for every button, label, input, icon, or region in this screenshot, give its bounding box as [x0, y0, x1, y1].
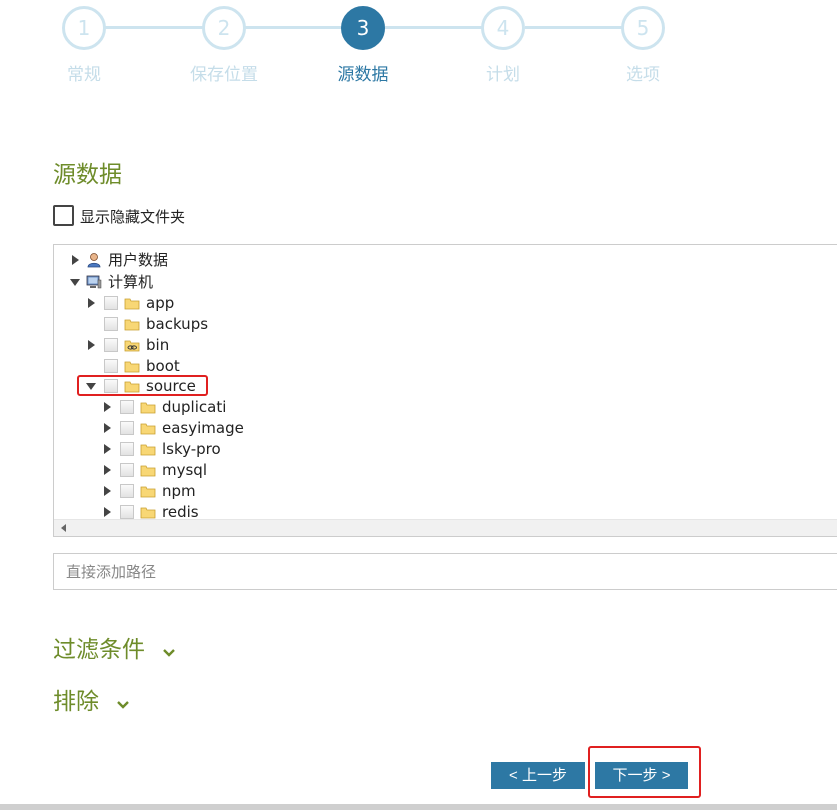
expand-arrow-icon[interactable]	[102, 422, 114, 434]
step-5-label[interactable]: 选项	[583, 60, 703, 85]
tree-label[interactable]: duplicati	[162, 398, 226, 416]
tree-label[interactable]: 计算机	[108, 271, 153, 292]
expand-arrow-icon[interactable]	[102, 506, 114, 518]
expand-arrow-icon[interactable]	[102, 401, 114, 413]
step-connector	[245, 26, 345, 29]
step-3-circle[interactable]: 3	[341, 6, 385, 50]
filters-toggle[interactable]: 过滤条件	[53, 630, 176, 664]
path-input[interactable]	[53, 553, 837, 590]
tree-label[interactable]: lsky-pro	[162, 440, 221, 458]
step-connector	[385, 26, 485, 29]
folder-icon	[124, 317, 140, 331]
folder-icon	[140, 463, 156, 477]
node-checkbox[interactable]	[104, 295, 118, 310]
folder-icon	[124, 296, 140, 310]
chevron-down-icon[interactable]	[162, 638, 176, 664]
section-title: 源数据	[53, 162, 122, 188]
expand-arrow-icon[interactable]	[86, 297, 98, 309]
folder-icon	[124, 359, 140, 373]
folder-icon	[140, 400, 156, 414]
expand-arrow-icon[interactable]	[102, 443, 114, 455]
horizontal-scrollbar[interactable]	[54, 519, 837, 536]
expand-arrow-icon[interactable]	[102, 464, 114, 476]
node-checkbox[interactable]	[104, 316, 118, 331]
expand-arrow-icon[interactable]	[70, 254, 82, 266]
tree-label[interactable]: app	[146, 294, 174, 312]
show-hidden-checkbox[interactable]	[53, 205, 74, 226]
tree-label[interactable]: boot	[146, 357, 180, 375]
folder-icon	[140, 421, 156, 435]
tree-node-boot[interactable]: boot	[86, 355, 180, 376]
tree-label[interactable]: bin	[146, 336, 169, 354]
excludes-title[interactable]: 排除	[53, 689, 99, 715]
chevron-down-icon[interactable]	[116, 690, 130, 716]
tree-node-computer[interactable]: 计算机	[70, 271, 153, 292]
show-hidden-label[interactable]: 显示隐藏文件夹	[80, 206, 185, 227]
node-checkbox[interactable]	[120, 420, 134, 435]
step-1-circle[interactable]: 1	[62, 6, 106, 50]
step-connector	[105, 26, 205, 29]
excludes-toggle[interactable]: 排除	[53, 682, 130, 716]
node-checkbox[interactable]	[120, 399, 134, 414]
no-toggle	[86, 360, 98, 372]
step-1-label[interactable]: 常规	[24, 60, 144, 85]
tree-node-lsky-pro[interactable]: lsky-pro	[102, 438, 221, 459]
step-4-label[interactable]: 计划	[443, 60, 563, 85]
folder-link-icon	[124, 338, 140, 352]
user-icon	[86, 252, 102, 268]
tree-node-duplicati[interactable]: duplicati	[102, 396, 226, 417]
node-checkbox[interactable]	[104, 358, 118, 373]
bottom-scrollbar[interactable]	[0, 804, 837, 810]
folder-icon	[140, 442, 156, 456]
expand-arrow-icon[interactable]	[86, 339, 98, 351]
tree-node-easyimage[interactable]: easyimage	[102, 417, 244, 438]
tree-node-backups[interactable]: backups	[86, 313, 208, 334]
folder-icon	[140, 484, 156, 498]
node-checkbox[interactable]	[120, 462, 134, 477]
step-connector	[525, 26, 625, 29]
node-checkbox[interactable]	[120, 504, 134, 519]
tree-label[interactable]: 用户数据	[108, 249, 168, 270]
step-4-circle[interactable]: 4	[481, 6, 525, 50]
prev-button[interactable]: < 上一步	[491, 762, 585, 789]
tree-node-mysql[interactable]: mysql	[102, 459, 207, 480]
node-checkbox[interactable]	[104, 337, 118, 352]
tree-node-userdata[interactable]: 用户数据	[70, 249, 168, 270]
step-3-label[interactable]: 源数据	[303, 60, 423, 85]
expand-arrow-icon[interactable]	[102, 485, 114, 497]
tree-label[interactable]: redis	[162, 503, 199, 521]
tree-node-app[interactable]: app	[86, 292, 174, 313]
next-highlight-box	[588, 746, 701, 798]
source-highlight-box	[77, 375, 208, 396]
node-checkbox[interactable]	[120, 483, 134, 498]
step-2-circle[interactable]: 2	[202, 6, 246, 50]
tree-label[interactable]: mysql	[162, 461, 207, 479]
tree-node-npm[interactable]: npm	[102, 480, 196, 501]
computer-icon	[86, 274, 102, 290]
step-2-label[interactable]: 保存位置	[164, 60, 284, 85]
step-5-circle[interactable]: 5	[621, 6, 665, 50]
tree-node-bin[interactable]: bin	[86, 334, 169, 355]
scroll-left-icon[interactable]	[61, 524, 66, 532]
filters-title[interactable]: 过滤条件	[53, 637, 145, 663]
no-toggle	[86, 318, 98, 330]
tree-label[interactable]: npm	[162, 482, 196, 500]
tree-label[interactable]: backups	[146, 315, 208, 333]
folder-icon	[140, 505, 156, 519]
tree-label[interactable]: easyimage	[162, 419, 244, 437]
node-checkbox[interactable]	[120, 441, 134, 456]
collapse-arrow-icon[interactable]	[70, 276, 82, 288]
